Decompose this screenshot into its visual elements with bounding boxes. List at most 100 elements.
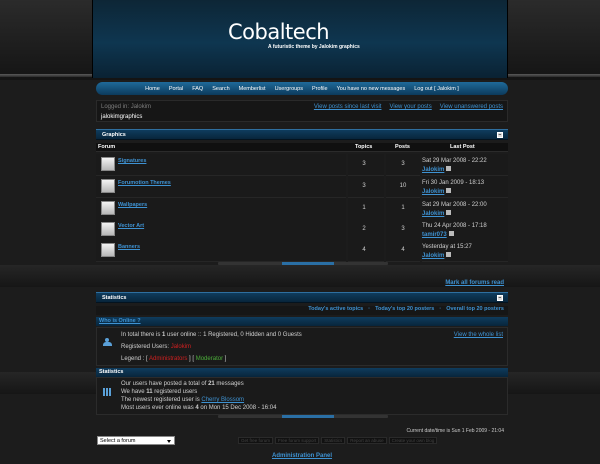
top-posters-overall-link[interactable]: Overall top 20 posters: [446, 306, 504, 315]
view-whole-list-link[interactable]: View the whole list: [454, 332, 503, 338]
newest-user-link[interactable]: Cherry Blossom: [201, 397, 244, 403]
forum-topics-count: 3: [362, 161, 366, 167]
category-title: Graphics: [102, 132, 126, 138]
category-title: Statistics: [102, 295, 127, 301]
forum-topics-count: 1: [362, 205, 366, 211]
unanswered-posts-link[interactable]: View unanswered posts: [440, 104, 503, 110]
site-logo[interactable]: Cobaltech: [228, 20, 330, 44]
active-topics-link[interactable]: Today's active topics: [308, 306, 363, 315]
background-band: [0, 265, 600, 287]
footer-link-2[interactable]: Statistics: [321, 437, 346, 444]
forum-link[interactable]: Forumotion Themes: [118, 180, 171, 186]
legend-moderator[interactable]: Moderator: [196, 356, 223, 362]
last-post-author[interactable]: Jalokim: [422, 253, 444, 259]
footer-link-3[interactable]: Report an abuse: [347, 437, 387, 444]
footer-link-0[interactable]: Get free forum: [238, 437, 274, 444]
site-name: jalokimgraphics: [101, 114, 143, 120]
last-post-date: Fri 30 Jan 2009 - 18:13: [422, 180, 485, 186]
forum-topics-count: 4: [362, 247, 366, 253]
search-links: View posts since last visit View your po…: [314, 104, 503, 110]
nav-item-faq[interactable]: FAQ: [192, 86, 203, 92]
forum-row: Vector Art 2 3 Thu 24 Apr 2008 - 17:18 tamir…: [96, 219, 508, 241]
last-post-date: Yesterday at 15:27: [422, 244, 472, 250]
stat-users: We have 11 registered users: [121, 389, 198, 395]
forum-column-header: Forum Topics Posts Last Post: [96, 143, 508, 152]
go-to-last-post-icon[interactable]: [446, 252, 452, 257]
statistics-chart-icon: [103, 388, 112, 396]
forum-posts-count: 3: [401, 226, 405, 232]
statistics-title: Statistics: [99, 369, 124, 375]
scrollbar-thumb[interactable]: [282, 415, 334, 418]
who-is-online-link[interactable]: Who is Online ?: [99, 318, 141, 324]
nav-item-profile[interactable]: Profile: [312, 86, 328, 92]
scrollbar-thumb[interactable]: [282, 262, 334, 265]
nav-item-you-have-no-new-messages[interactable]: You have no new messages: [337, 86, 406, 92]
forum-status-icon: [101, 179, 115, 193]
go-to-last-post-icon[interactable]: [446, 188, 452, 193]
mark-all-read-link[interactable]: Mark all forums read: [445, 280, 504, 286]
forum-scrollbar[interactable]: [218, 262, 388, 265]
nav-item-search[interactable]: Search: [212, 86, 229, 92]
admin-panel-link[interactable]: Administration Panel: [272, 453, 332, 459]
forum-jump-select[interactable]: Select a forum: [97, 436, 175, 445]
chevron-down-icon: [167, 440, 171, 443]
stat-most-online: Most users ever online was 4 on Mon 15 D…: [121, 405, 277, 411]
forum-last-post: Yesterday at 15:27 Jalokim: [422, 243, 472, 261]
forum-link[interactable]: Signatures: [118, 158, 146, 164]
collapse-icon[interactable]: −: [497, 132, 503, 138]
forum-row: Signatures 3 3 Sat 29 Mar 2008 - 22:22 Jalok…: [96, 154, 508, 176]
footer-link-4[interactable]: Create your own blog: [388, 437, 438, 444]
main-nav: Home Portal FAQ Search Memberlist Usergroups P…: [96, 82, 508, 95]
users-online-icon: [103, 338, 112, 346]
current-datetime: Current date/time is Sun 1 Feb 2009 - 21…: [406, 428, 504, 434]
logged-in-status: Logged in: Jalokim: [101, 104, 152, 110]
statistics-scrollbar[interactable]: [218, 415, 388, 418]
go-to-last-post-icon[interactable]: [448, 231, 454, 236]
category-header-graphics: Graphics −: [96, 129, 508, 140]
nav-item-log-out-jalokim[interactable]: Log out [ Jalokim ]: [414, 86, 459, 92]
footer-link-1[interactable]: Free forum support: [275, 437, 320, 444]
column-posts: Posts: [395, 144, 410, 150]
your-posts-link[interactable]: View your posts: [389, 104, 431, 110]
last-post-author[interactable]: Jalokim: [422, 211, 444, 217]
online-total: In total there is 1 user online :: 1 Reg…: [121, 332, 302, 338]
forum-link[interactable]: Vector Art: [118, 223, 144, 229]
last-post-author[interactable]: Jalokim: [422, 189, 444, 195]
go-to-last-post-icon[interactable]: [446, 166, 452, 171]
forum-link[interactable]: Wallpapers: [118, 202, 147, 208]
forum-posts-count: 1: [401, 205, 405, 211]
top-posters-today-link[interactable]: Today's top 20 posters: [375, 306, 434, 315]
last-post-author[interactable]: Jalokim: [422, 167, 444, 173]
legend-admin[interactable]: Administrators: [149, 356, 187, 362]
last-post-date: Sat 29 Mar 2008 - 22:22: [422, 158, 487, 164]
column-last-post: Last Post: [450, 144, 475, 150]
forum-topics-count: 2: [362, 226, 366, 232]
category-header-statistics: Statistics −: [96, 292, 508, 303]
forum-status-icon: [101, 157, 115, 171]
registered-users: Registered Users: Jalokim: [121, 344, 192, 350]
legend: Legend : [ Administrators ] [ Moderator …: [121, 356, 227, 362]
online-user[interactable]: Jalokim: [171, 344, 191, 350]
who-is-online-header: Who is Online ?: [96, 317, 508, 326]
stats-links-bar: Today's active topics · Today's top 20 p…: [96, 306, 508, 315]
posts-since-last-visit-link[interactable]: View posts since last visit: [314, 104, 382, 110]
nav-item-portal[interactable]: Portal: [169, 86, 183, 92]
forum-row: Banners 4 4 Yesterday at 15:27 Jalokim: [96, 240, 508, 262]
last-post-date: Sat 29 Mar 2008 - 22:00: [422, 202, 487, 208]
forum-status-icon: [101, 222, 115, 236]
column-forum: Forum: [98, 144, 116, 150]
go-to-last-post-icon[interactable]: [446, 210, 452, 215]
forum-row: Forumotion Themes 3 10 Fri 30 Jan 2009 - 18…: [96, 176, 508, 198]
nav-item-home[interactable]: Home: [145, 86, 160, 92]
stat-newest-user: The newest registered user is Cherry Blo…: [121, 397, 245, 403]
nav-item-usergroups[interactable]: Usergroups: [275, 86, 303, 92]
nav-item-memberlist[interactable]: Memberlist: [239, 86, 266, 92]
last-post-author[interactable]: tamir073: [422, 232, 447, 238]
last-post-date: Thu 24 Apr 2008 - 17:18: [422, 223, 487, 229]
collapse-icon[interactable]: −: [497, 295, 503, 301]
login-bar: Logged in: Jalokim jalokimgraphics View …: [96, 100, 508, 122]
forum-last-post: Fri 30 Jan 2009 - 18:13 Jalokim: [422, 179, 484, 197]
forum-link[interactable]: Banners: [118, 244, 140, 250]
forum-last-post: Sat 29 Mar 2008 - 22:22 Jalokim: [422, 157, 487, 175]
site-header: Cobaltech A futuristic theme by Jalokim …: [92, 0, 508, 78]
